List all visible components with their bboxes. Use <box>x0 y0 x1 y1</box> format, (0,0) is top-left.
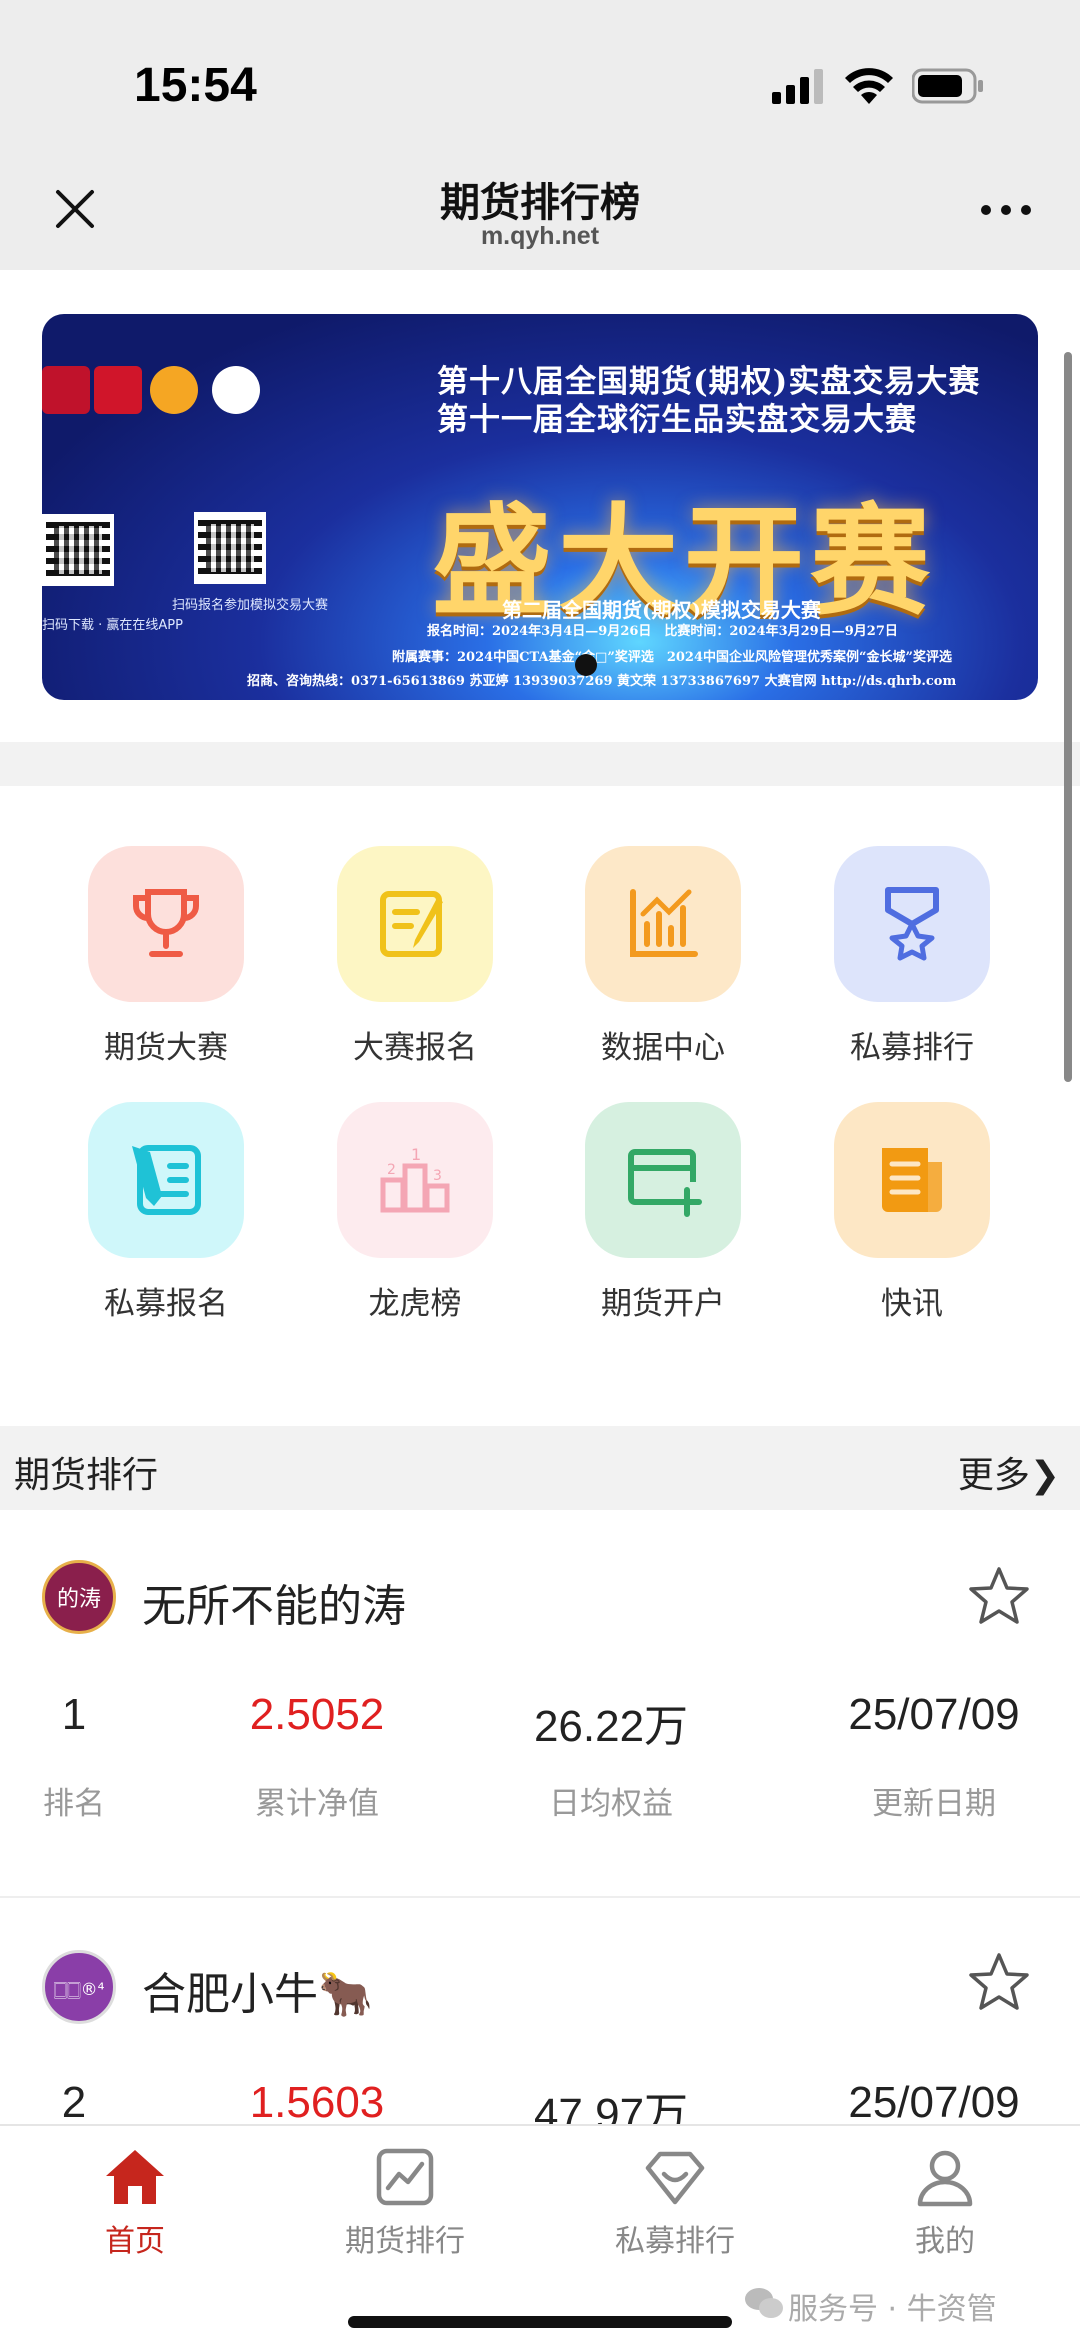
svg-text:1: 1 <box>411 1145 421 1164</box>
shortcut-label: 快讯 <box>881 1286 943 1322</box>
section-divider <box>0 742 1080 786</box>
shortcut-news-flash[interactable]: 快讯 <box>794 1042 994 1322</box>
trophy-icon <box>133 889 199 957</box>
trend-chart-icon <box>376 2148 434 2206</box>
qr-caption: 扫码报名参加模拟交易大赛 <box>172 598 329 613</box>
qr-code <box>194 512 266 584</box>
favorite-star-icon[interactable] <box>966 1564 1032 1630</box>
shortcut-dragon-tiger-list[interactable]: 1 2 3 龙虎榜 <box>297 1042 497 1322</box>
svg-text:3: 3 <box>433 1168 442 1184</box>
sponsor-logo <box>94 366 142 414</box>
page-title: 期货排行榜 <box>440 180 640 226</box>
daily-equity-label: 日均权益 <box>549 1786 673 1822</box>
net-value: 2.5052 <box>249 1690 385 1739</box>
shortcut-private-fund-signup[interactable]: 私募报名 <box>48 1042 248 1322</box>
wifi-icon <box>845 68 893 104</box>
qr-caption: 扫码下载 · 赢在在线APP <box>42 618 183 633</box>
avatar: 🀆🀆®⁴ <box>42 1950 116 2024</box>
banner-title-2: 第十一届全球衍生品实盘交易大赛 <box>437 402 917 438</box>
update-date-label: 更新日期 <box>872 1786 996 1822</box>
futures-ranking-header: 期货排行 更多❯ <box>0 1426 1080 1510</box>
more-options-icon[interactable] <box>978 202 1034 218</box>
shortcut-futures-account-open[interactable]: 期货开户 <box>545 1042 745 1322</box>
banner-section: 扫码报名参加模拟交易大赛 扫码下载 · 赢在在线APP 第十八届全国期货(期权)… <box>0 270 1080 742</box>
diamond-heart-icon <box>645 2151 705 2205</box>
shortcut-futures-contest[interactable]: 期货大赛 <box>48 786 248 1066</box>
shortcut-private-fund-ranking[interactable]: 私募排行 <box>794 786 994 1066</box>
update-date-value: 25/07/09 <box>848 1690 1020 1739</box>
shortcut-grid: 期货大赛 大赛报名 数据中心 私募排行 私募报名 1 2 3 龙虎榜 期货开户 … <box>0 786 1080 1382</box>
wechat-icon <box>745 2288 783 2318</box>
news-icon <box>882 1148 942 1212</box>
nav-label: 私募排行 <box>615 2224 735 2259</box>
nav-private-fund-ranking[interactable]: 私募排行 <box>540 2136 810 2276</box>
avatar: 的涛 <box>42 1560 116 1634</box>
banner-subtitle: 第二届全国期货(期权)模拟交易大赛 <box>502 598 821 622</box>
cellular-signal-icon <box>772 69 823 104</box>
banner-dates: 报名时间：2024年3月4日—9月26日 比赛时间：2024年3月29日—9月2… <box>427 624 898 639</box>
bar-chart-icon <box>630 889 698 957</box>
trader-name: 无所不能的涛 <box>142 1581 406 1632</box>
nav-label: 我的 <box>915 2224 975 2259</box>
net-value-label: 累计净值 <box>255 1786 379 1822</box>
nav-label: 首页 <box>105 2224 165 2259</box>
nav-home[interactable]: 首页 <box>0 2136 270 2276</box>
status-time: 15:54 <box>134 59 257 112</box>
user-icon <box>917 2150 973 2207</box>
sponsor-logo <box>212 366 260 414</box>
signup-form-icon <box>132 1145 201 1215</box>
sponsor-logos <box>42 366 282 422</box>
sponsor-logo <box>150 366 198 414</box>
sponsor-logo <box>42 366 90 414</box>
more-link[interactable]: 更多❯ <box>958 1446 1060 1498</box>
carousel-indicator-dot[interactable] <box>575 654 597 676</box>
status-bar: 15:54 <box>0 0 1080 150</box>
app-screen: 15:54 期货排行榜 m.qyh.net 扫码报名参加模拟交易大赛 扫码下载 … <box>0 0 1080 2348</box>
edit-note-icon <box>380 891 443 957</box>
svg-text:2: 2 <box>387 1162 396 1178</box>
nav-futures-ranking[interactable]: 期货排行 <box>270 2136 540 2276</box>
home-indicator[interactable] <box>348 2316 732 2328</box>
page-url: m.qyh.net <box>480 222 600 250</box>
daily-equity-value: 26.22万 <box>533 1702 689 1751</box>
shortcut-contest-signup[interactable]: 大赛报名 <box>297 786 497 1066</box>
section-title: 期货排行 <box>14 1455 159 1496</box>
shortcut-data-center[interactable]: 数据中心 <box>545 786 745 1066</box>
nav-label: 期货排行 <box>345 2224 465 2259</box>
shortcut-label: 龙虎榜 <box>368 1286 462 1322</box>
qr-code <box>42 514 114 586</box>
shortcut-label: 期货开户 <box>601 1286 725 1322</box>
scrollbar[interactable] <box>1064 352 1072 1082</box>
ranking-card[interactable]: 🀆🀆®⁴ 合肥小牛🐂 2 1.5603 47.97万 25/07/09 <box>0 1898 1080 2139</box>
watermark-text: 服务号 · 牛资管 <box>788 2292 997 2327</box>
title-bar: 期货排行榜 m.qyh.net <box>0 150 1080 270</box>
favorite-star-icon[interactable] <box>966 1950 1032 2016</box>
banner-side-events: 附属赛事：2024中国CTA基金“金□”奖评选 2024中国企业风险管理优秀案例… <box>392 650 952 665</box>
banner-contact: 招商、咨询热线：0371-65613869 苏亚婷 13939037269 黄文… <box>247 674 957 689</box>
battery-icon <box>912 68 983 104</box>
nav-profile[interactable]: 我的 <box>810 2136 1080 2276</box>
card-add-icon <box>628 1149 702 1217</box>
update-date-value: 25/07/09 <box>848 2078 1020 2127</box>
net-value: 1.5603 <box>249 2078 385 2127</box>
ranking-card[interactable]: 的涛 无所不能的涛 1 2.5052 26.22万 25/07/09 排名 累计… <box>0 1510 1080 1896</box>
home-icon <box>106 2150 164 2204</box>
trader-name: 合肥小牛🐂 <box>142 1969 373 2020</box>
shortcut-label: 私募报名 <box>104 1286 228 1322</box>
podium-icon: 1 2 3 <box>380 1145 450 1213</box>
promo-banner[interactable]: 扫码报名参加模拟交易大赛 扫码下载 · 赢在在线APP 第十八届全国期货(期权)… <box>42 314 1038 700</box>
medal-icon <box>885 887 939 961</box>
